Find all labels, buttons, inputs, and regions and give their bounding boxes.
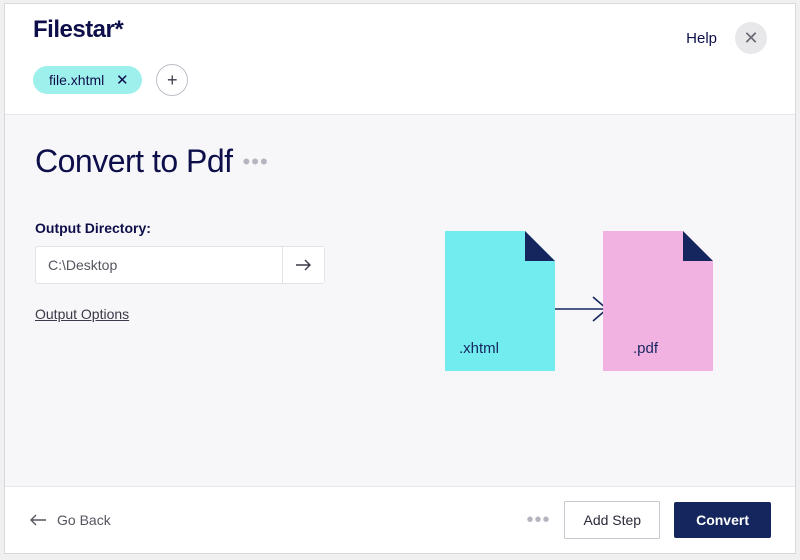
go-back-label: Go Back [57, 512, 111, 528]
footer-actions: ••• Add Step Convert [526, 501, 771, 539]
output-options-link[interactable]: Output Options [35, 306, 129, 322]
header-actions: Help ✕ [686, 22, 767, 54]
file-chips-row: file.xhtml ✕ + [5, 54, 795, 115]
convert-button[interactable]: Convert [674, 502, 771, 538]
file-chip-label: file.xhtml [49, 72, 104, 88]
footer: Go Back ••• Add Step Convert [5, 486, 795, 553]
add-step-button[interactable]: Add Step [564, 501, 660, 539]
help-link[interactable]: Help [686, 30, 717, 47]
output-directory-input[interactable] [36, 247, 282, 283]
conversion-diagram: .xhtml .pdf [395, 183, 765, 458]
close-icon: ✕ [743, 28, 758, 49]
go-back-button[interactable]: Go Back [29, 512, 111, 528]
add-file-button[interactable]: + [156, 64, 188, 96]
ellipsis-icon[interactable]: ••• [243, 151, 269, 173]
arrow-icon [555, 297, 607, 321]
browse-button[interactable] [282, 247, 324, 283]
brand-logo: Filestar* [33, 16, 123, 44]
output-directory-group [35, 246, 325, 284]
source-file-icon: .xhtml [445, 231, 555, 371]
file-chip[interactable]: file.xhtml ✕ [33, 66, 142, 94]
target-file-icon: .pdf [603, 231, 713, 371]
settings-column: Convert to Pdf ••• Output Directory: Out… [35, 143, 335, 458]
main-content: Convert to Pdf ••• Output Directory: Out… [5, 115, 795, 486]
more-actions-icon[interactable]: ••• [526, 509, 550, 532]
plus-icon: + [167, 70, 178, 91]
output-directory-label: Output Directory: [35, 220, 335, 236]
page-title-wrap: Convert to Pdf ••• [35, 143, 335, 180]
close-button[interactable]: ✕ [735, 22, 767, 54]
source-ext-label: .xhtml [459, 340, 499, 357]
arrow-left-icon [29, 514, 47, 526]
arrow-right-icon [295, 258, 313, 272]
header: Filestar* Help ✕ [5, 4, 795, 54]
target-ext-label: .pdf [633, 340, 659, 357]
app-window: Filestar* Help ✕ file.xhtml ✕ + Convert … [4, 3, 796, 554]
diagram-svg: .xhtml .pdf [445, 231, 715, 411]
page-title: Convert to Pdf [35, 143, 233, 180]
remove-file-icon[interactable]: ✕ [114, 72, 130, 88]
